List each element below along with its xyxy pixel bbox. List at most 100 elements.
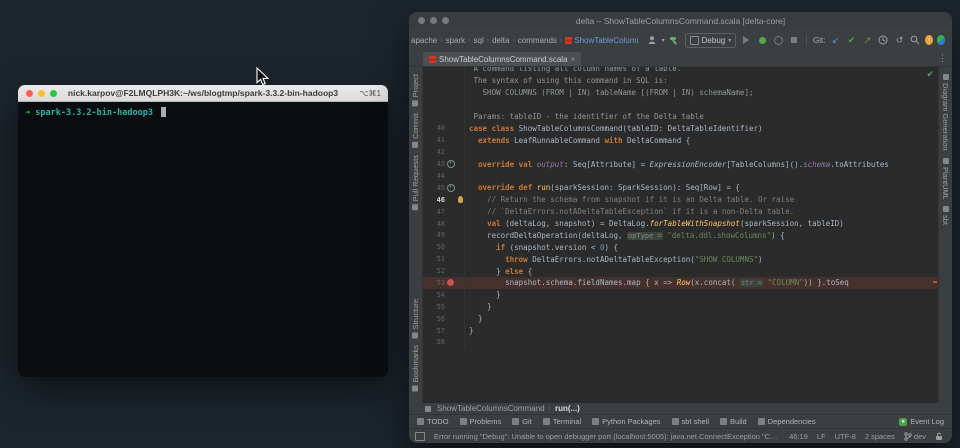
caret-position[interactable]: 46:19 [789,432,808,441]
code-line-46[interactable]: 46 // Return the schema from snapshot if… [423,194,938,206]
code-line-51[interactable]: 51 throw DeltaErrors.notADeltaTableExcep… [423,253,938,265]
toolwindow-label: Build [730,417,747,426]
sidebar-item-commit[interactable]: Commit [411,113,420,148]
sidebar-item-project[interactable]: Project [411,74,420,106]
code-line-53[interactable]: 53 snapshot.schema.fieldNames.map { x =>… [423,277,938,289]
toolwindow-toggle-icon[interactable] [415,432,425,441]
tool-window-button-build[interactable]: Build [720,417,747,426]
tool-window-bar: TODO Problems Git Terminal Python Packages sb… [409,414,952,428]
breadcrumb-item-delta[interactable]: delta [492,36,509,45]
history-clock-icon[interactable] [877,34,889,46]
code-line-55[interactable]: 55 } [423,301,938,313]
toolwindow-label: Bookmarks [411,345,420,383]
code-line-41[interactable]: 41 extends LeafRunnableCommand with Delt… [423,134,938,146]
breadcrumb-class[interactable]: ShowTableColumnsCommand [437,404,545,413]
code-line[interactable]: SHOW COLUMNS (FROM | IN) tableName [(FRO… [423,87,938,99]
code-line-47[interactable]: 47 // `DeltaErrors.notADeltaTableExcepti… [423,206,938,218]
code-line[interactable] [423,99,938,111]
breadcrumb-item-commands[interactable]: commands [518,36,557,45]
override-marker-icon[interactable]: ↑ [445,184,456,192]
indent-style[interactable]: 2 spaces [865,432,895,441]
sidebar-item-structure[interactable]: Structure [411,299,420,338]
tool-window-button-terminal[interactable]: Terminal [543,417,581,426]
run-button[interactable] [740,34,752,46]
run-configuration-select[interactable]: Debug ▾ [685,33,737,48]
inspections-ok-icon[interactable]: ✔ [926,69,934,80]
toolwindow-icon [413,204,419,210]
git-update-icon[interactable]: ↙ [829,34,841,46]
code-line[interactable]: The syntax of using this command in SQL … [423,75,938,87]
line-separator[interactable]: LF [817,432,826,441]
code-line-49[interactable]: 49 recordDeltaOperation(deltaLog, opType… [423,229,938,241]
code-line-45[interactable]: 45↑ override def run(sparkSession: Spark… [423,182,938,194]
code-editor[interactable]: A command listing all column names of a … [423,67,938,403]
tool-window-button-sbt-shell[interactable]: sbt shell [672,417,710,426]
build-hammer-icon[interactable] [669,34,681,46]
code-line-56[interactable]: 56 } [423,313,938,325]
override-marker-icon[interactable]: ↑ [445,160,456,168]
branch-name: dev [914,432,926,441]
fold-column [456,170,465,182]
code-line-58[interactable]: 58 [423,336,938,348]
plugin-icon[interactable] [937,35,945,45]
tool-window-button-python-packages[interactable]: Python Packages [592,417,660,426]
sidebar-item-diagram-generation[interactable]: Diagram Generation [941,74,950,151]
line-number: 42 [423,148,445,156]
tool-window-button-git[interactable]: Git [512,417,532,426]
code-line-43[interactable]: 43↑ override val output: Seq[Attribute] … [423,158,938,170]
breadcrumb-item-apache[interactable]: apache [411,36,437,45]
sidebar-item-sbt[interactable]: sbt [941,206,950,225]
code-line-40[interactable]: 40case class ShowTableColumnsCommand(tab… [423,122,938,134]
file-encoding[interactable]: UTF-8 [835,432,856,441]
fold-column [456,122,465,134]
toolwindow-label: sbt shell [682,417,710,426]
tool-window-button-problems[interactable]: Problems [460,417,502,426]
user-icon[interactable] [646,34,658,46]
tab-options-menu-icon[interactable]: ⋮ [938,53,947,64]
sidebar-item-pull-requests[interactable]: Pull Requests [411,155,420,210]
code-line-48[interactable]: 48 val (deltaLog, snapshot) = DeltaLog.f… [423,218,938,230]
git-label: Git: [813,36,825,45]
line-number: 51 [423,255,445,263]
search-icon[interactable] [909,34,921,46]
code-line-57[interactable]: 57} [423,325,938,337]
breadcrumb-item-sql[interactable]: sql [474,36,484,45]
breadcrumb-file[interactable]: ShowTableColumnsCommand.scala [565,36,637,45]
lock-icon[interactable] [935,432,943,441]
git-commit-check-icon[interactable]: ✔ [845,34,857,46]
code-line-52[interactable]: 52 } else { [423,265,938,277]
undo-icon[interactable]: ↺ [893,34,905,46]
intention-bulb-icon [456,194,465,206]
error-stripe-mark[interactable] [933,281,937,283]
status-bar: Error running "Debug": Unable to open de… [409,428,952,443]
status-message[interactable]: Error running "Debug": Unable to open de… [434,432,780,441]
fold-column [456,277,465,289]
debug-button[interactable] [756,34,768,46]
stop-button[interactable] [788,34,800,46]
breakpoint-icon[interactable] [445,279,456,286]
code-line-44[interactable]: 44 [423,170,938,182]
terminal-body[interactable]: ➜ spark-3.3.2-bin-hadoop3 [18,102,388,377]
coverage-button[interactable] [772,34,784,46]
sidebar-item-bookmarks[interactable]: Bookmarks [411,345,420,392]
breadcrumb-item-spark[interactable]: spark [446,36,466,45]
tool-window-event-log[interactable]: ● Event Log [899,417,944,426]
code-line[interactable]: A command listing all column names of a … [423,67,938,75]
code-line-54[interactable]: 54 } [423,289,938,301]
code-line[interactable]: Params: tableID - the identifier of the … [423,111,938,123]
git-push-icon[interactable]: ↗ [861,34,873,46]
breadcrumb-method[interactable]: run(...) [555,404,580,413]
tab-showtablecolumnscommand[interactable]: ShowTableColumnsCommand.scala × [423,52,581,66]
tool-window-button-dependencies[interactable]: Dependencies [758,417,816,426]
close-icon[interactable]: × [571,55,576,64]
line-number: 50 [423,243,445,251]
code-line-42[interactable]: 42 [423,146,938,158]
terminal-titlebar[interactable]: nick.karpov@F2LMQLPH3K:~/ws/blogtmp/spar… [18,85,388,102]
sidebar-item-plantuml[interactable]: PlantUML [941,158,950,200]
code-line-50[interactable]: 50 if (snapshot.version < 0) { [423,241,938,253]
tool-window-button-todo[interactable]: TODO [417,417,449,426]
update-available-icon[interactable]: ↑ [925,35,933,45]
git-branch-widget[interactable]: dev [904,432,926,441]
ide-titlebar[interactable]: delta – ShowTableColumnsCommand.scala [d… [409,12,952,29]
fold-column [456,158,465,170]
